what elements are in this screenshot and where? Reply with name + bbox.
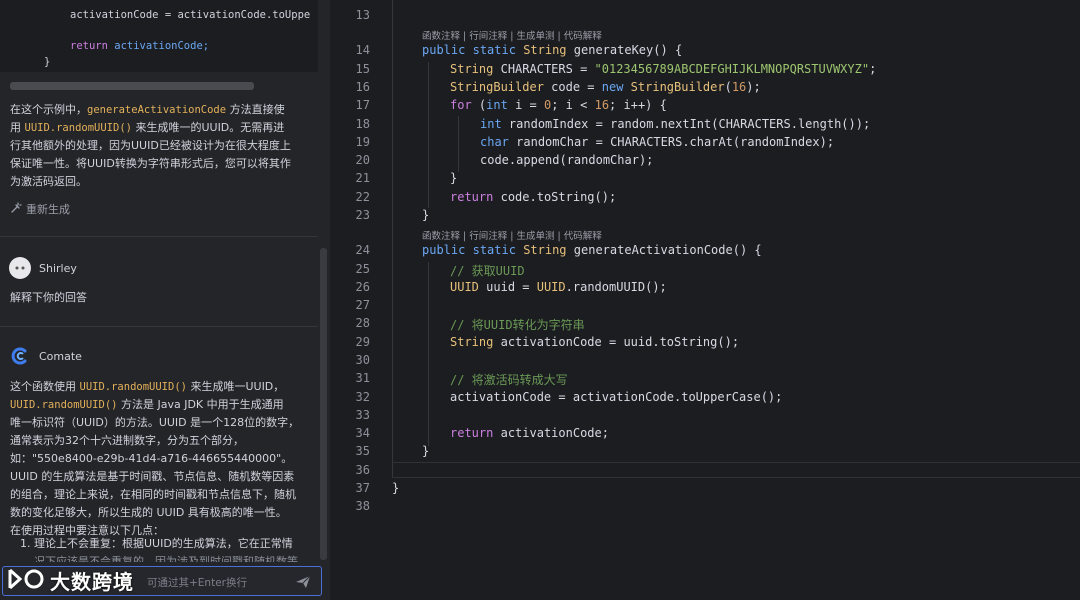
code-line: char randomChar = CHARACTERS.charAt(rand… [480,135,835,149]
assistant-name: Comate [39,350,82,363]
code-line: StringBuilder code = new StringBuilder(1… [450,80,761,94]
line-number: 29 [355,335,370,349]
code-line: return activationCode; [450,426,609,440]
line-number: 36 [355,463,370,477]
line-number: 22 [355,190,370,204]
line-number: 21 [355,171,370,185]
line-number: 35 [355,444,370,458]
line-number: 17 [355,98,370,112]
message-divider [0,326,318,327]
chat-scrollbar[interactable] [320,248,327,560]
assistant-message: 这个函数使用 UUID.randomUUID() 来生成唯一UUID， UUID… [10,380,300,537]
send-icon[interactable] [295,574,311,593]
snippet-horizontal-scrollbar[interactable] [10,82,254,90]
snippet-line: activationCode = activationCode.toUppe [70,9,311,21]
code-line: public static String generateKey() { [422,43,683,57]
chat-history[interactable]: activationCode = activationCode.toUppe r… [0,0,318,562]
indent-guide [392,0,393,478]
code-line: return code.toString(); [450,190,617,204]
chat-code-snippet: activationCode = activationCode.toUppe r… [0,0,318,72]
snippet-line: return activationCode; [70,40,210,52]
list-item-continued: 况下应该是不会重复的，因为涉及到时间戳和随机数等 [34,555,298,562]
snippet-line: } [44,56,51,68]
chat-panel: activationCode = activationCode.toUppe r… [0,0,330,600]
code-line: String activationCode = uuid.toString(); [450,335,740,349]
message-divider [0,236,318,237]
regenerate-button[interactable]: 重新生成 [10,201,70,217]
code-line: public static String generateActivationC… [422,243,762,257]
code-line: } [392,481,400,495]
list-item: 1. 理论上不会重复：根据UUID的生成算法，它在正常情 [20,537,293,550]
regenerate-label: 重新生成 [26,203,70,216]
line-number: 14 [355,43,370,57]
regenerate-icon [10,201,22,217]
code-line: int randomIndex = random.nextInt(CHARACT… [480,117,871,131]
user-avatar-icon [9,257,31,279]
watermark-logo-icon [6,567,46,595]
line-number: 20 [355,153,370,167]
line-number: 31 [355,371,370,385]
line-number: 23 [355,208,370,222]
indent-guide [458,116,459,172]
line-number: 28 [355,316,370,330]
code-line: String CHARACTERS = "0123456789ABCDEFGHI… [450,62,877,76]
line-number: 25 [355,262,370,276]
line-number: 16 [355,80,370,94]
line-number: 15 [355,62,370,76]
explanation-paragraph: 在这个示例中，generateActivationCode 方法直接使 用 UU… [10,103,291,188]
current-line-highlight [392,462,1080,478]
indent-guide [428,62,429,208]
comate-logo-icon [9,345,31,367]
line-number: 30 [355,353,370,367]
code-line: } [422,444,430,458]
line-number: 13 [355,8,370,22]
watermark-text: 大数跨境 [50,570,134,594]
line-number: 34 [355,426,370,440]
line-number: 19 [355,135,370,149]
line-number: 26 [355,280,370,294]
line-number: 18 [355,117,370,131]
indent-guide [428,262,429,446]
line-number: 38 [355,499,370,513]
line-number: 32 [355,390,370,404]
line-number: 24 [355,243,370,257]
code-line: for (int i = 0; i < 16; i++) { [450,98,667,112]
code-line: activationCode = activationCode.toUpperC… [450,390,783,404]
code-line: code.append(randomChar); [480,153,654,167]
code-comment: // 获取UUID [450,264,525,278]
code-line: } [450,171,458,185]
user-message: 解释下你的回答 [10,291,87,304]
code-line: } [422,208,430,222]
code-lens-generateActivationCode[interactable]: 函数注释 | 行间注释 | 生成单测 | 代码解释 [422,228,602,242]
line-number: 27 [355,298,370,312]
code-editor[interactable]: 13 14 15 16 17 18 19 20 21 22 23 24 25 2… [330,0,1080,600]
code-lens-generateKey[interactable]: 函数注释 | 行间注释 | 生成单测 | 代码解释 [422,28,602,42]
chat-input-placeholder: 可通过其+Enter换行 [147,577,247,589]
code-comment: // 将UUID转化为字符串 [450,318,585,332]
user-name: Shirley [39,262,77,275]
line-number: 37 [355,481,370,495]
code-comment: // 将激活码转成大写 [450,373,568,387]
line-number: 33 [355,408,370,422]
code-line: UUID uuid = UUID.randomUUID(); [450,280,667,294]
watermark: 大数跨境 [6,566,134,595]
